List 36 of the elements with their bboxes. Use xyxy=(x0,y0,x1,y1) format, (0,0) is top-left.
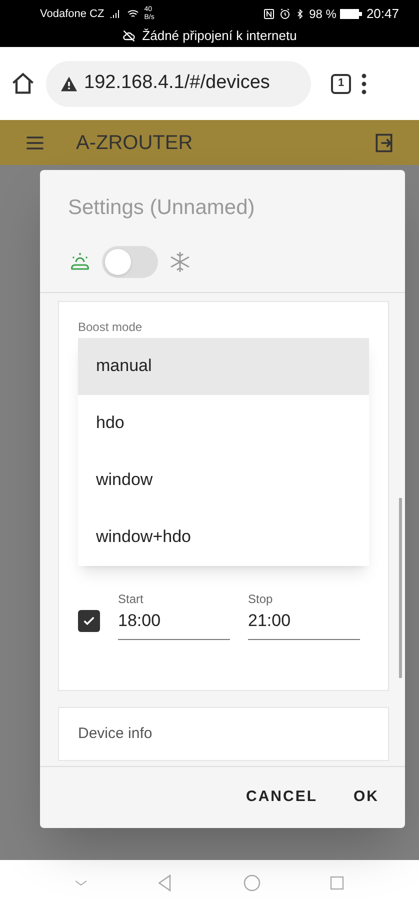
menu-option[interactable]: window+hdo xyxy=(78,508,369,566)
url-text: 192.168.4.1/#/devices xyxy=(84,71,270,96)
menu-option[interactable]: hdo xyxy=(78,394,369,452)
menu-option[interactable]: manual xyxy=(78,338,369,394)
dialog-button[interactable]: OK xyxy=(346,780,387,815)
section-heading: Device info xyxy=(78,725,152,742)
start-time-field[interactable]: 18:00 xyxy=(118,608,230,633)
start-label: Start xyxy=(118,590,144,608)
battery-icon xyxy=(340,9,362,19)
battery-percent: 98 % xyxy=(309,6,336,23)
window-checkbox[interactable] xyxy=(78,610,100,632)
mode-switch[interactable] xyxy=(102,246,158,278)
recents-icon[interactable] xyxy=(328,874,346,892)
connection-notice: Žádné připojení k internetu xyxy=(142,27,297,46)
dialog-title: Settings (Unnamed) xyxy=(68,195,256,221)
boost-mode-label: Boost mode xyxy=(78,318,144,336)
app-logo: A-ZROUTER xyxy=(76,130,193,156)
snowflake-icon xyxy=(168,250,192,274)
clock-time: 20:47 xyxy=(366,5,399,24)
more-options-icon[interactable] xyxy=(361,72,367,94)
home-icon[interactable] xyxy=(10,70,36,96)
warning-icon xyxy=(60,76,78,92)
alarm-icon xyxy=(279,8,292,20)
carrier-name: Vodafone CZ xyxy=(40,6,104,22)
stop-time-field[interactable]: 21:00 xyxy=(248,608,360,633)
check-icon xyxy=(82,614,96,628)
dialog-button[interactable]: CANCEL xyxy=(238,780,326,815)
nfc-icon xyxy=(263,8,276,20)
bluetooth-icon xyxy=(295,8,306,20)
cloud-off-icon xyxy=(122,29,136,43)
menu-option[interactable]: window xyxy=(78,452,369,508)
logout-icon[interactable] xyxy=(373,132,395,154)
url-field[interactable]: 192.168.4.1/#/devices xyxy=(46,60,311,106)
home-circle-icon[interactable] xyxy=(242,873,262,893)
stop-label: Stop xyxy=(248,590,274,608)
tab-count-button[interactable]: 1 xyxy=(331,74,351,94)
